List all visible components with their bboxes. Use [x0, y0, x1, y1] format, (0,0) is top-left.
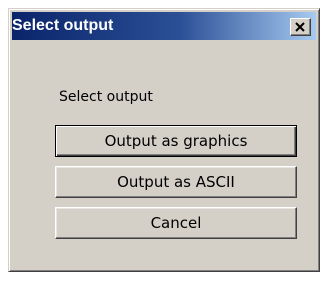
prompt-label: Select output	[59, 89, 153, 105]
output-as-ascii-button[interactable]: Output as ASCII	[55, 166, 297, 198]
window-title: Select output	[12, 17, 114, 34]
close-icon	[295, 22, 305, 32]
title-bar[interactable]: Select output	[12, 12, 316, 40]
select-output-dialog: Select output Select output Output as gr…	[8, 8, 320, 272]
output-as-graphics-button[interactable]: Output as graphics	[55, 125, 297, 157]
close-button[interactable]	[290, 18, 311, 36]
cancel-button[interactable]: Cancel	[55, 207, 297, 239]
